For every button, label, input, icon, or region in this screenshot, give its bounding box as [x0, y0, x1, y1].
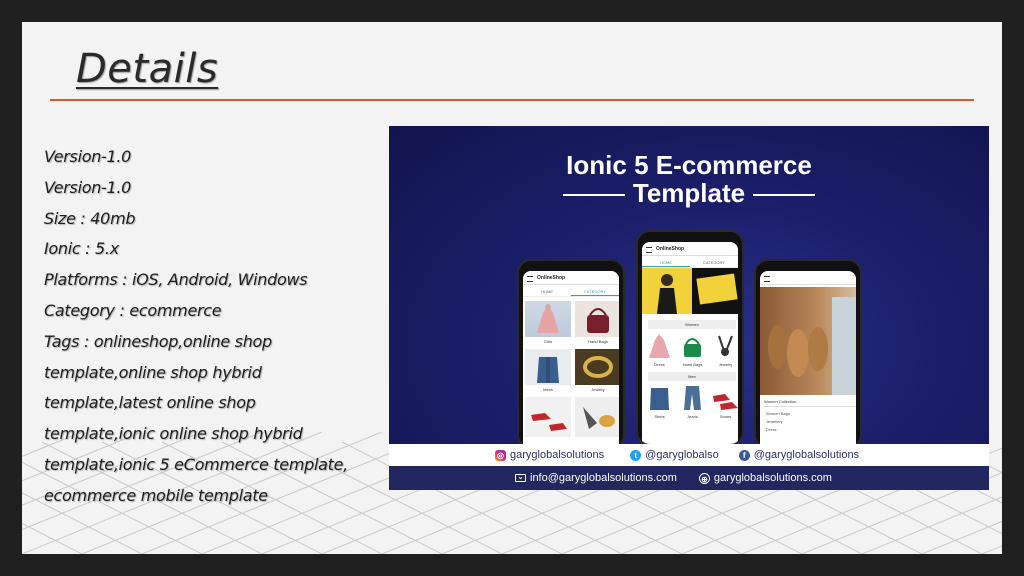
social-bar: ◎ garyglobalsolutions t @garyglobalso f …: [389, 444, 989, 466]
right-item: Dress: [766, 427, 777, 432]
promo-title-line1: Ionic 5 E-commerce: [566, 150, 812, 180]
phone-middle: OnlineShop HOME CATEGORY Women Dress Han…: [636, 230, 744, 446]
tile-mens: Mens: [525, 349, 571, 393]
tile-dress: Dress: [644, 332, 675, 368]
contact-email[interactable]: ⌄ info@garyglobalsolutions.com: [515, 472, 677, 484]
promo-image: Ionic 5 E-commerce Template OnlineShop H…: [389, 126, 989, 490]
detail-line: Platforms : iOS, Android, Windows: [44, 270, 308, 290]
tab-category: CATEGORY: [571, 285, 619, 296]
detail-line: ecommerce mobile template: [44, 485, 268, 505]
detail-line: template,ionic online shop hybrid: [44, 424, 303, 444]
app-bar: OnlineShop: [642, 242, 738, 256]
detail-line: Ionic : 5.x: [44, 239, 119, 259]
email-text: info@garyglobalsolutions.com: [530, 472, 677, 484]
tile-shoes: Shoes: [710, 384, 738, 420]
tile-jeans: Jeans: [677, 384, 708, 420]
tile-shirts: Shirts: [644, 384, 675, 420]
section-women: Women: [648, 320, 736, 329]
facebook-icon: f: [738, 449, 750, 461]
tile-girls: Girls: [525, 301, 571, 345]
detail-line: Version-1.0: [44, 177, 132, 197]
mail-icon: ⌄: [515, 474, 526, 482]
facebook-handle: @garyglobalsolutions: [753, 449, 860, 461]
globe-icon: ⊕: [698, 472, 710, 484]
tab-home: HOME: [642, 256, 690, 267]
detail-line: Category : ecommerce: [44, 300, 222, 320]
tile-handbags: Hand Bags: [677, 332, 708, 368]
details-list: Version-1.0 Version-1.0 Size : 40mb Ioni…: [44, 142, 364, 512]
detail-line: template,latest online shop: [44, 393, 256, 413]
contact-bar: ⌄ info@garyglobalsolutions.com ⊕ garyglo…: [389, 466, 989, 490]
detail-line: Size : 40mb: [44, 208, 136, 228]
phone-left: OnlineShop HOME CATEGORY Girls Hand Bags…: [517, 259, 625, 449]
app-tabs: HOME CATEGORY: [642, 256, 738, 268]
tab-home: HOME: [541, 289, 553, 294]
right-item: Jewellery: [766, 419, 783, 424]
promo-title-line2: Template: [389, 180, 989, 206]
detail-line: Tags : onlineshop,online shop: [44, 331, 272, 351]
instagram-handle: garyglobalsolutions: [510, 449, 605, 461]
contact-website[interactable]: ⊕ garyglobalsolutions.com: [698, 472, 832, 484]
app-bar: OnlineShop: [523, 271, 619, 285]
tile-jewelry: Jewelry: [710, 332, 738, 368]
tile-handbags: Hand Bags: [575, 301, 619, 345]
detail-line: template,ionic 5 eCommerce template,: [44, 454, 348, 474]
instagram-icon: ◎: [495, 449, 506, 461]
twitter-icon: t: [630, 449, 642, 461]
phone-right: Women Collection Women Bags Jewellery Dr…: [754, 259, 862, 449]
title-divider: [50, 99, 974, 101]
app-bar: [760, 271, 856, 285]
banner-black-friday: [692, 268, 738, 314]
detail-line: template,online shop hybrid: [44, 362, 262, 382]
website-text: garyglobalsolutions.com: [713, 472, 832, 484]
tile-accessories: [575, 397, 619, 437]
promo-title-text: Template: [632, 178, 746, 208]
right-collection-title: Women Collection: [764, 399, 856, 407]
detail-line: Version-1.0: [44, 147, 132, 166]
tile-jewelry: Jewelry: [575, 349, 619, 393]
section-men: Men: [648, 372, 736, 381]
banner-model: [642, 268, 692, 314]
app-tabs: HOME CATEGORY: [523, 285, 619, 297]
slide-title: Details: [76, 46, 219, 92]
social-instagram[interactable]: ◎ garyglobalsolutions: [495, 449, 604, 461]
right-item: Women Bags: [766, 411, 790, 416]
tile-shoes: [525, 397, 571, 437]
tab-category: CATEGORY: [702, 260, 726, 265]
product-image-bags: [760, 287, 856, 395]
social-facebook[interactable]: f @garyglobalsolutions: [738, 449, 860, 461]
slide: Details Version-1.0 Version-1.0 Size : 4…: [22, 22, 1002, 554]
social-twitter[interactable]: t @garyglobalso: [630, 449, 719, 461]
twitter-handle: @garyglobalso: [645, 449, 719, 461]
